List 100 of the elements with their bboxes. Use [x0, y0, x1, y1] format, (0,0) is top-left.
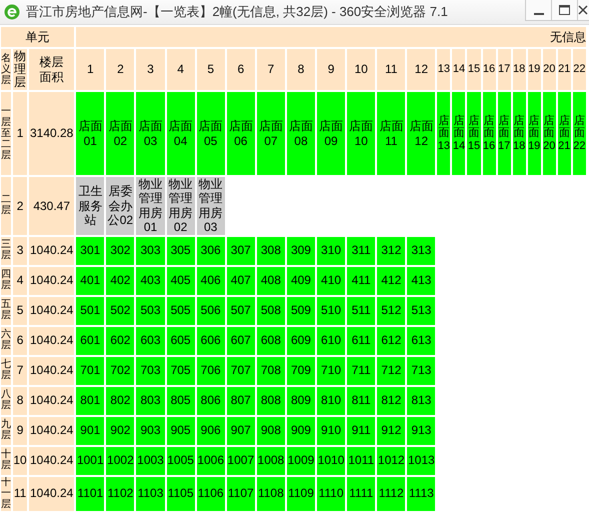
unit-cell[interactable]: 店面14: [452, 92, 466, 175]
unit-cell[interactable]: 806: [196, 386, 225, 415]
unit-cell[interactable]: 610: [317, 326, 346, 355]
unit-cell[interactable]: 1006: [196, 446, 225, 475]
unit-cell[interactable]: 405: [166, 266, 195, 295]
unit-cell[interactable]: 店面15: [467, 92, 481, 175]
unit-cell[interactable]: 708: [256, 356, 285, 385]
unit-cell[interactable]: 811: [347, 386, 376, 415]
unit-cell[interactable]: 505: [166, 296, 195, 325]
unit-cell[interactable]: 711: [347, 356, 376, 385]
unit-cell[interactable]: 611: [347, 326, 376, 355]
unit-cell[interactable]: 301: [76, 236, 104, 265]
unit-cell[interactable]: 店面19: [528, 92, 541, 175]
unit-cell[interactable]: 1111: [347, 476, 376, 511]
unit-cell[interactable]: 店面08: [286, 92, 316, 175]
unit-cell[interactable]: 508: [256, 296, 285, 325]
unit-cell[interactable]: 1002: [106, 446, 134, 475]
unit-cell[interactable]: 905: [166, 416, 195, 445]
unit-cell[interactable]: 409: [286, 266, 316, 295]
unit-cell[interactable]: 物业管理用房02: [166, 177, 195, 235]
unit-cell[interactable]: 913: [407, 416, 436, 445]
unit-cell[interactable]: 店面07: [256, 92, 285, 175]
unit-cell[interactable]: 703: [136, 356, 165, 385]
unit-cell[interactable]: 402: [106, 266, 134, 295]
unit-cell[interactable]: 1102: [106, 476, 134, 511]
unit-cell[interactable]: 407: [226, 266, 255, 295]
unit-cell[interactable]: 卫生服务站: [76, 177, 104, 235]
unit-cell[interactable]: 1013: [407, 446, 436, 475]
unit-cell[interactable]: 1107: [226, 476, 255, 511]
unit-cell[interactable]: 物业管理用房01: [136, 177, 165, 235]
unit-cell[interactable]: 902: [106, 416, 134, 445]
unit-cell[interactable]: 901: [76, 416, 104, 445]
unit-cell[interactable]: 1103: [136, 476, 165, 511]
unit-cell[interactable]: 907: [226, 416, 255, 445]
unit-cell[interactable]: 501: [76, 296, 104, 325]
unit-cell[interactable]: 1005: [166, 446, 195, 475]
unit-cell[interactable]: 606: [196, 326, 225, 355]
unit-cell[interactable]: 店面21: [558, 92, 571, 175]
unit-cell[interactable]: 605: [166, 326, 195, 355]
unit-cell[interactable]: 712: [377, 356, 406, 385]
unit-cell[interactable]: 302: [106, 236, 134, 265]
unit-cell[interactable]: 503: [136, 296, 165, 325]
unit-cell[interactable]: 802: [106, 386, 134, 415]
unit-cell[interactable]: 1011: [347, 446, 376, 475]
unit-cell[interactable]: 410: [317, 266, 346, 295]
unit-cell[interactable]: 1101: [76, 476, 104, 511]
unit-cell[interactable]: 513: [407, 296, 436, 325]
unit-cell[interactable]: 709: [286, 356, 316, 385]
unit-cell[interactable]: 705: [166, 356, 195, 385]
unit-cell[interactable]: 店面17: [498, 92, 511, 175]
unit-cell[interactable]: 1112: [377, 476, 406, 511]
unit-cell[interactable]: 805: [166, 386, 195, 415]
unit-cell[interactable]: 303: [136, 236, 165, 265]
unit-cell[interactable]: 413: [407, 266, 436, 295]
unit-cell[interactable]: 305: [166, 236, 195, 265]
unit-cell[interactable]: 店面22: [572, 92, 586, 175]
unit-cell[interactable]: 店面01: [76, 92, 104, 175]
unit-cell[interactable]: 店面09: [317, 92, 346, 175]
unit-cell[interactable]: 1007: [226, 446, 255, 475]
unit-cell[interactable]: 812: [377, 386, 406, 415]
unit-cell[interactable]: 906: [196, 416, 225, 445]
unit-cell[interactable]: 612: [377, 326, 406, 355]
unit-cell[interactable]: 店面02: [106, 92, 134, 175]
unit-cell[interactable]: 309: [286, 236, 316, 265]
unit-cell[interactable]: 1010: [317, 446, 346, 475]
unit-cell[interactable]: 308: [256, 236, 285, 265]
unit-cell[interactable]: 403: [136, 266, 165, 295]
unit-cell[interactable]: 908: [256, 416, 285, 445]
unit-cell[interactable]: 807: [226, 386, 255, 415]
unit-cell[interactable]: 603: [136, 326, 165, 355]
unit-cell[interactable]: 店面20: [542, 92, 556, 175]
unit-cell[interactable]: 406: [196, 266, 225, 295]
unit-cell[interactable]: 601: [76, 326, 104, 355]
unit-cell[interactable]: 509: [286, 296, 316, 325]
unit-cell[interactable]: 店面13: [437, 92, 450, 175]
unit-cell[interactable]: 店面04: [166, 92, 195, 175]
unit-cell[interactable]: 店面10: [347, 92, 376, 175]
unit-cell[interactable]: 1008: [256, 446, 285, 475]
unit-cell[interactable]: 608: [256, 326, 285, 355]
unit-cell[interactable]: 412: [377, 266, 406, 295]
unit-cell[interactable]: 店面16: [482, 92, 496, 175]
unit-cell[interactable]: 801: [76, 386, 104, 415]
unit-cell[interactable]: 居委会办公02: [106, 177, 134, 235]
unit-cell[interactable]: 910: [317, 416, 346, 445]
unit-cell[interactable]: 411: [347, 266, 376, 295]
unit-cell[interactable]: 707: [226, 356, 255, 385]
unit-cell[interactable]: 1105: [166, 476, 195, 511]
unit-cell[interactable]: 1012: [377, 446, 406, 475]
unit-cell[interactable]: 310: [317, 236, 346, 265]
unit-cell[interactable]: 613: [407, 326, 436, 355]
unit-cell[interactable]: 店面05: [196, 92, 225, 175]
unit-cell[interactable]: 店面18: [512, 92, 526, 175]
unit-cell[interactable]: 602: [106, 326, 134, 355]
unit-cell[interactable]: 311: [347, 236, 376, 265]
unit-cell[interactable]: 店面06: [226, 92, 255, 175]
unit-cell[interactable]: 701: [76, 356, 104, 385]
unit-cell[interactable]: 物业管理用房03: [196, 177, 225, 235]
unit-cell[interactable]: 507: [226, 296, 255, 325]
unit-cell[interactable]: 803: [136, 386, 165, 415]
unit-cell[interactable]: 313: [407, 236, 436, 265]
